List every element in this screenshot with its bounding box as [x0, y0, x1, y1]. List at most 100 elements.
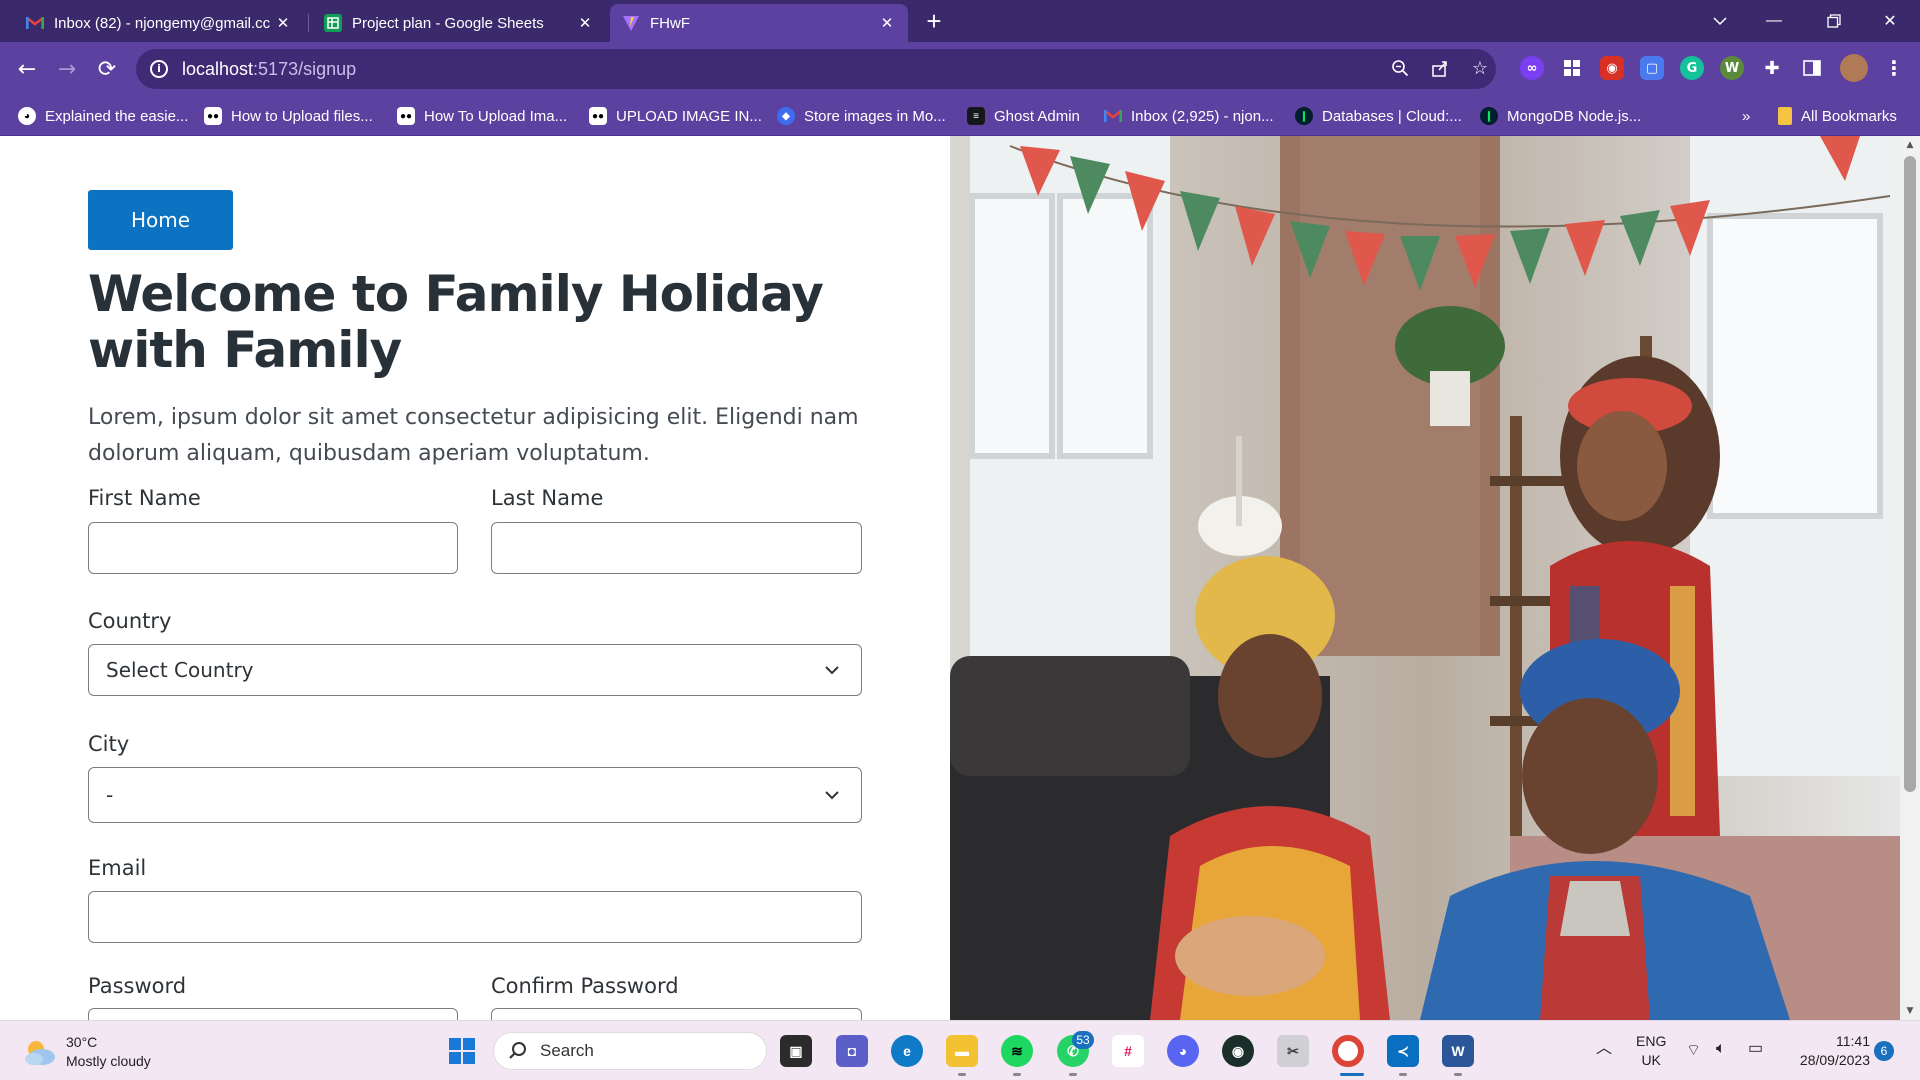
medium-icon: ●●	[589, 107, 607, 125]
bookmark-item[interactable]: ◆ Store images in Mo...	[777, 105, 946, 127]
bookmark-item[interactable]: ❙ MongoDB Node.js...	[1480, 105, 1641, 127]
bookmark-item[interactable]: Inbox (2,925) - njon...	[1104, 105, 1274, 127]
chrome-icon[interactable]	[1332, 1035, 1364, 1067]
profile-avatar[interactable]	[1840, 54, 1868, 82]
bookmark-item[interactable]: ●● How To Upload Ima...	[397, 105, 567, 127]
reload-icon[interactable]: ⟳	[92, 54, 122, 84]
discord-icon[interactable]: ◕	[1167, 1035, 1199, 1067]
spotify-icon[interactable]: ≋	[1001, 1035, 1033, 1067]
file-explorer-icon[interactable]: ▬	[946, 1035, 978, 1067]
teams-chat-icon[interactable]: ◘	[836, 1035, 868, 1067]
country-select[interactable]: Select Country	[88, 644, 862, 696]
bookmark-star-icon[interactable]: ☆	[1470, 59, 1490, 79]
red-extension-icon[interactable]: ◉	[1600, 56, 1624, 80]
weather-widget[interactable]: 30°C Mostly cloudy	[22, 1033, 151, 1071]
battery-icon[interactable]: ▭	[1748, 1039, 1763, 1058]
scrollbar-thumb[interactable]	[1904, 156, 1916, 792]
tab-sheets[interactable]: Project plan - Google Sheets ✕	[312, 4, 606, 42]
tab-title: Inbox (82) - njongemy@gmail.cc	[54, 14, 271, 32]
search-icon	[509, 1042, 526, 1059]
all-bookmarks[interactable]: All Bookmarks	[1778, 105, 1897, 127]
scroll-down-icon[interactable]: ▼	[1905, 1006, 1915, 1016]
start-icon[interactable]	[446, 1035, 478, 1067]
zoom-icon[interactable]	[1390, 59, 1410, 79]
task-view-icon[interactable]: ▣	[780, 1035, 812, 1067]
mongodb-icon: ❙	[1480, 107, 1498, 125]
side-panel-icon[interactable]	[1800, 56, 1824, 80]
menu-dots-icon[interactable]: ⋮	[1882, 56, 1906, 80]
address-bar[interactable]: i localhost:5173/signup ☆	[136, 49, 1496, 89]
grammarly-icon[interactable]: G	[1680, 56, 1704, 80]
page-viewport: Home Welcome to Family Holiday with Fami…	[0, 136, 1920, 1020]
running-indicator	[1013, 1073, 1021, 1076]
bookmark-item[interactable]: ◕ Explained the easie...	[18, 105, 188, 127]
snipping-tool-icon[interactable]: ✂	[1277, 1035, 1309, 1067]
screen-extension-icon[interactable]: ▢	[1640, 56, 1664, 80]
tab-search-icon[interactable]	[1692, 0, 1748, 42]
first-name-label: First Name	[88, 486, 201, 510]
wifi-icon[interactable]: ⌔	[1686, 1041, 1701, 1060]
clock[interactable]: 11:41 28/09/2023	[1786, 1032, 1870, 1070]
city-select[interactable]: -	[88, 767, 862, 823]
email-input[interactable]	[88, 891, 862, 943]
bookmark-item[interactable]: ●● UPLOAD IMAGE IN...	[589, 105, 762, 127]
close-window-icon[interactable]: ✕	[1862, 0, 1918, 42]
volume-icon[interactable]: 🔈︎	[1716, 1039, 1726, 1058]
chevron-down-icon	[825, 666, 839, 675]
gmail-icon	[1104, 107, 1122, 125]
tab-strip: Inbox (82) - njongemy@gmail.cc ✕ Project…	[0, 0, 1920, 42]
app-icon[interactable]: ◉	[1222, 1035, 1254, 1067]
forward-icon[interactable]: →	[52, 54, 82, 84]
whatsapp-badge: 53	[1072, 1031, 1094, 1049]
slack-icon[interactable]: #	[1112, 1035, 1144, 1067]
vscode-icon[interactable]: ≺	[1387, 1035, 1419, 1067]
password-label: Password	[88, 974, 187, 998]
gmail-icon	[26, 14, 44, 32]
ghost-icon: ≡	[967, 107, 985, 125]
w-extension-icon[interactable]: W	[1720, 56, 1744, 80]
first-name-input[interactable]	[88, 522, 458, 574]
bookmark-item[interactable]: ≡ Ghost Admin	[967, 105, 1080, 127]
close-tab-icon[interactable]: ✕	[576, 14, 594, 32]
extensions-puzzle-icon[interactable]: ✚	[1760, 56, 1784, 80]
last-name-input[interactable]	[491, 522, 862, 574]
confirm-password-input[interactable]	[491, 1008, 862, 1020]
close-tab-icon[interactable]: ✕	[274, 14, 292, 32]
home-button[interactable]: Home	[88, 190, 233, 250]
scroll-up-icon[interactable]: ▲	[1905, 140, 1915, 150]
restore-icon[interactable]	[1806, 0, 1862, 42]
running-indicator	[1069, 1073, 1077, 1076]
medium-icon: ●●	[397, 107, 415, 125]
edge-icon[interactable]: e	[891, 1035, 923, 1067]
weather-condition: Mostly cloudy	[66, 1053, 151, 1069]
password-input[interactable]	[88, 1008, 458, 1020]
tray-overflow-icon[interactable]: ︿	[1596, 1039, 1612, 1058]
minimize-icon[interactable]: —	[1746, 0, 1802, 42]
page-title: Welcome to Family Holiday with Family	[88, 265, 824, 379]
temperature: 30°C	[66, 1034, 98, 1050]
active-indicator	[1340, 1073, 1364, 1076]
notification-badge[interactable]: 6	[1874, 1041, 1894, 1061]
page-scrollbar[interactable]: ▲ ▼	[1900, 136, 1920, 1020]
bookmarks-overflow[interactable]: »	[1742, 105, 1750, 127]
ai-extension-icon[interactable]: ∞	[1520, 56, 1544, 80]
tab-separator	[308, 14, 309, 32]
folder-icon	[1778, 107, 1792, 125]
share-icon[interactable]	[1430, 59, 1450, 79]
url-text[interactable]: localhost:5173/signup	[182, 59, 356, 80]
close-tab-icon[interactable]: ✕	[878, 14, 896, 32]
taskbar-search[interactable]: Search	[493, 1032, 767, 1070]
word-icon[interactable]: W	[1442, 1035, 1474, 1067]
medium-icon: ●●	[204, 107, 222, 125]
tab-title: Project plan - Google Sheets	[352, 14, 544, 32]
confirm-password-label: Confirm Password	[491, 974, 679, 998]
bookmark-item[interactable]: ●● How to Upload files...	[204, 105, 373, 127]
language-indicator[interactable]: ENG UK	[1636, 1032, 1666, 1070]
tab-fhwf[interactable]: FHwF ✕	[610, 4, 908, 42]
tab-gmail[interactable]: Inbox (82) - njongemy@gmail.cc ✕	[14, 4, 304, 42]
grid-extension-icon[interactable]	[1560, 56, 1584, 80]
bookmark-item[interactable]: ❙ Databases | Cloud:...	[1295, 105, 1462, 127]
site-info-icon[interactable]: i	[150, 60, 168, 78]
back-icon[interactable]: ←	[12, 54, 42, 84]
new-tab-button[interactable]: +	[920, 7, 948, 35]
